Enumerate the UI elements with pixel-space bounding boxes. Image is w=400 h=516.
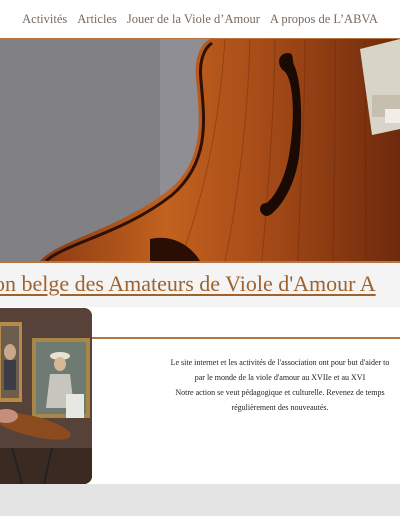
title-band: on belge des Amateurs de Viole d'Amour A <box>0 263 400 307</box>
description-line: Le site internet et les activités de l'a… <box>170 358 390 367</box>
nav-link-jouer-viole[interactable]: Jouer de la Viole d’Amour <box>127 12 260 27</box>
description-line: Notre action se veut pédagogique et cult… <box>175 388 385 397</box>
violin-illustration <box>0 39 400 261</box>
site-title-link[interactable]: on belge des Amateurs de Viole d'Amour A <box>0 271 376 297</box>
nav-link-articles[interactable]: Articles <box>77 12 117 27</box>
description-line: par le monde de la viole d'amour au XVII… <box>194 373 366 382</box>
nav-link-activites[interactable]: Activités <box>22 12 67 27</box>
content-divider <box>92 337 400 339</box>
hero-banner-image <box>0 39 400 261</box>
nav-link-a-propos[interactable]: A propos de L’ABVA <box>270 12 378 27</box>
footer-area <box>0 484 400 516</box>
association-description: Le site internet et les activités de l'a… <box>120 355 400 415</box>
photo-illustration <box>0 308 92 484</box>
association-photo <box>0 308 92 484</box>
description-line: régulièrement des nouveautés. <box>231 403 329 412</box>
main-nav: Activités Articles Jouer de la Viole d’A… <box>0 0 400 38</box>
